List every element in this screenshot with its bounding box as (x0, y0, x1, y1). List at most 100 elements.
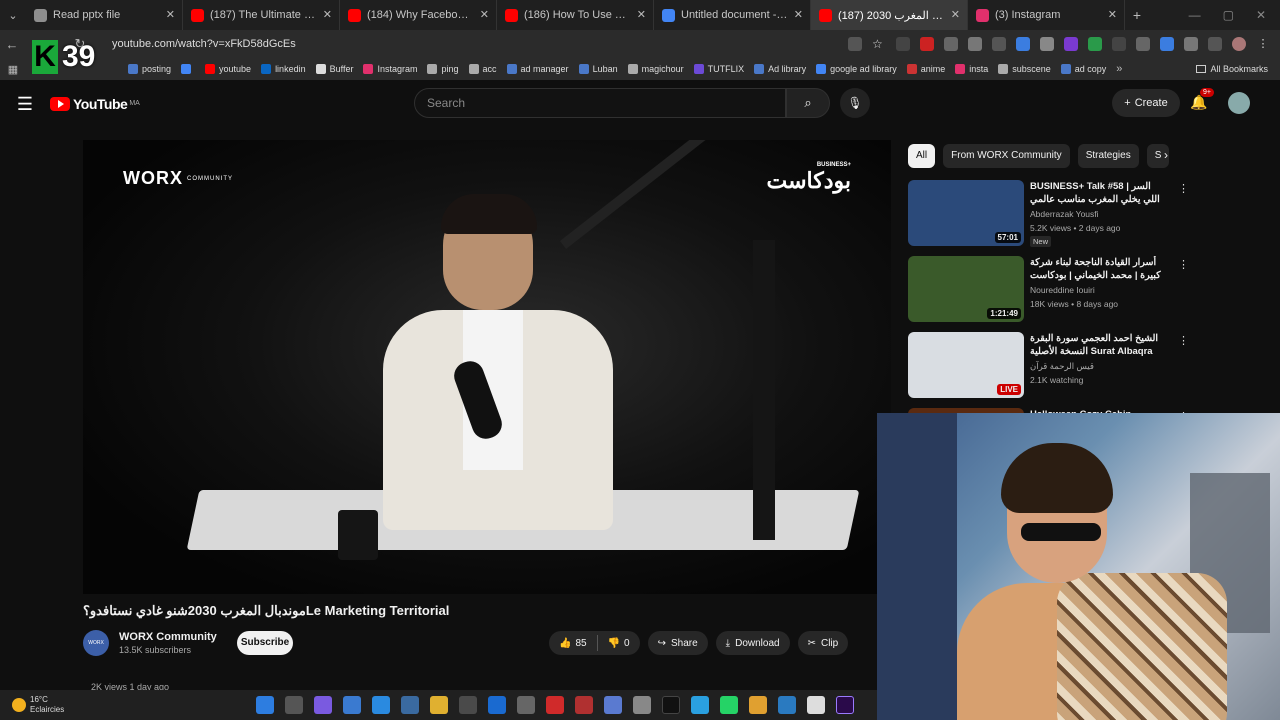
app-icon[interactable] (633, 696, 651, 714)
rec-channel[interactable]: Noureddine Iouiri (1030, 285, 1095, 295)
minimize-icon[interactable]: — (1189, 8, 1201, 22)
app-icon[interactable] (575, 696, 593, 714)
extension-icon[interactable] (968, 37, 982, 51)
extension-icon[interactable] (992, 37, 1006, 51)
account-avatar[interactable] (1228, 92, 1250, 114)
rec-channel[interactable]: قيس الرحمة قرآن (1030, 361, 1094, 372)
extension-icon[interactable] (1064, 37, 1078, 51)
bookmark-item[interactable]: anime (906, 64, 945, 74)
search-input[interactable]: Search (414, 88, 786, 118)
extension-icon[interactable] (920, 37, 934, 51)
like-count[interactable]: 85 (575, 638, 586, 649)
rec-channel[interactable]: Abderrazak Yousfi (1030, 209, 1099, 219)
all-bookmarks-button[interactable]: All Bookmarks (1196, 64, 1280, 74)
extension-icon[interactable] (1112, 37, 1126, 51)
browser-tab[interactable]: (187) The Ultimate Digital Ma ✕ (183, 0, 340, 30)
rec-title[interactable]: أسرار القيادة الناجحة لبناء شركة كبيرة |… (1030, 256, 1164, 282)
url-field[interactable]: youtube.com/watch?v=xFkD58dGcEs (112, 38, 772, 50)
extension-icon[interactable] (1088, 37, 1102, 51)
chevron-right-icon[interactable]: › (1164, 148, 1168, 162)
like-icon[interactable]: 👍 (559, 638, 571, 649)
app-icon[interactable] (459, 696, 477, 714)
subscribe-button[interactable]: Subscribe (237, 631, 293, 655)
menu-icon[interactable]: ☰ (0, 94, 50, 115)
close-window-icon[interactable]: ✕ (1256, 8, 1266, 22)
more-bookmarks-icon[interactable]: » (1116, 63, 1122, 75)
clip-button[interactable]: ✂ Clip (797, 631, 849, 655)
more-options-icon[interactable]: ⋮ (1178, 334, 1189, 347)
copilot-icon[interactable] (314, 696, 332, 714)
recommended-video[interactable]: LIVE الشيخ احمد العجمي سورة البقرة النسخة… (908, 330, 1189, 402)
back-icon[interactable]: ← (0, 37, 24, 52)
extension-icon[interactable] (1016, 37, 1030, 51)
share-button[interactable]: ↪ Share (647, 631, 708, 655)
browser-tab[interactable]: (3) Instagram ✕ (968, 0, 1125, 30)
extension-icon[interactable] (944, 37, 958, 51)
bookmark-item[interactable] (181, 64, 195, 74)
more-options-icon[interactable]: ⋮ (1178, 258, 1189, 271)
dislike-icon[interactable]: 👎 (608, 638, 620, 649)
bookmark-item[interactable]: subscene (998, 64, 1051, 74)
bookmark-item[interactable]: ad copy (1060, 64, 1106, 74)
close-tab-icon[interactable]: ✕ (1108, 8, 1117, 21)
apps-grid-icon[interactable]: ▦ (0, 63, 26, 76)
task-view-icon[interactable] (285, 696, 303, 714)
extension-icon[interactable] (1040, 37, 1054, 51)
browser-tab[interactable]: Read pptx file ✕ (26, 0, 183, 30)
bookmark-item[interactable]: insta (955, 64, 988, 74)
browser-menu-icon[interactable]: ⋮ (1256, 37, 1270, 51)
more-options-icon[interactable]: ⋮ (1178, 182, 1189, 195)
extension-icon[interactable] (896, 37, 910, 51)
bookmark-item[interactable]: Instagram (363, 64, 417, 74)
install-app-icon[interactable] (848, 37, 862, 51)
video-thumbnail[interactable]: 57:01 (908, 180, 1024, 246)
filter-chip[interactable]: All (908, 144, 936, 168)
close-tab-icon[interactable]: ✕ (637, 8, 646, 21)
browser-tab[interactable]: (186) How To Use TikTok LIVE ✕ (497, 0, 654, 30)
rec-title[interactable]: BUSINESS+ Talk #58 | السر اللي يخلي المغ… (1030, 180, 1164, 206)
opera-icon[interactable] (546, 696, 564, 714)
extension-icon[interactable] (1136, 37, 1150, 51)
recommended-video[interactable]: 57:01 BUSINESS+ Talk #58 | السر اللي يخلي… (908, 178, 1189, 250)
telegram-icon[interactable] (691, 696, 709, 714)
rec-title[interactable]: الشيخ احمد العجمي سورة البقرة النسخة الأ… (1030, 332, 1164, 358)
channel-avatar[interactable]: WORX (83, 630, 109, 656)
bookmark-item[interactable]: Ad library (754, 64, 806, 74)
app-icon[interactable] (778, 696, 796, 714)
bookmark-item[interactable]: Buffer (315, 64, 353, 74)
download-button[interactable]: ⤓ Download (715, 631, 790, 655)
filter-chip[interactable]: From WORX Community (943, 144, 1070, 168)
file-explorer-icon[interactable] (430, 696, 448, 714)
browser-tab[interactable]: (184) Why Facebook Ads Are ✕ (340, 0, 497, 30)
channel-name[interactable]: WORX Community (119, 631, 217, 643)
video-player[interactable]: WORX COMMUNITY BUSINESS+ بودكاست (83, 140, 891, 594)
bookmark-item[interactable]: ping (427, 64, 459, 74)
chrome-icon[interactable] (749, 696, 767, 714)
notion-icon[interactable] (807, 696, 825, 714)
profile-icon[interactable] (1232, 37, 1246, 51)
close-tab-icon[interactable]: ✕ (166, 8, 175, 21)
bookmark-item[interactable]: google ad library (816, 64, 897, 74)
app-icon[interactable] (604, 696, 622, 714)
close-tab-icon[interactable]: ✕ (323, 8, 332, 21)
extension-icon[interactable] (1160, 37, 1174, 51)
maximize-icon[interactable]: ▢ (1223, 8, 1234, 22)
bookmark-item[interactable]: posting (128, 64, 171, 74)
video-thumbnail[interactable]: LIVE (908, 332, 1024, 398)
bookmark-item[interactable]: acc (468, 64, 497, 74)
close-tab-icon[interactable]: ✕ (951, 8, 960, 21)
video-thumbnail[interactable]: 1:21:49 (908, 256, 1024, 322)
weather-widget[interactable]: 16°C Eclaircies (0, 695, 64, 715)
premiere-icon[interactable] (836, 696, 854, 714)
sidebar-icon[interactable] (1208, 37, 1222, 51)
voice-search-button[interactable]: 🎙 (840, 88, 870, 118)
bookmark-item[interactable]: linkedin (261, 64, 306, 74)
bookmark-item[interactable]: Luban (578, 64, 618, 74)
close-tab-icon[interactable]: ✕ (794, 8, 803, 21)
app-icon[interactable] (372, 696, 390, 714)
close-tab-icon[interactable]: ✕ (480, 8, 489, 21)
browser-tab[interactable]: (187) موندبال المغرب 2030 ✕ (811, 0, 968, 30)
app-icon[interactable] (343, 696, 361, 714)
filter-chip[interactable]: Strategies (1077, 144, 1139, 168)
bookmark-star-icon[interactable]: ☆ (872, 37, 886, 51)
